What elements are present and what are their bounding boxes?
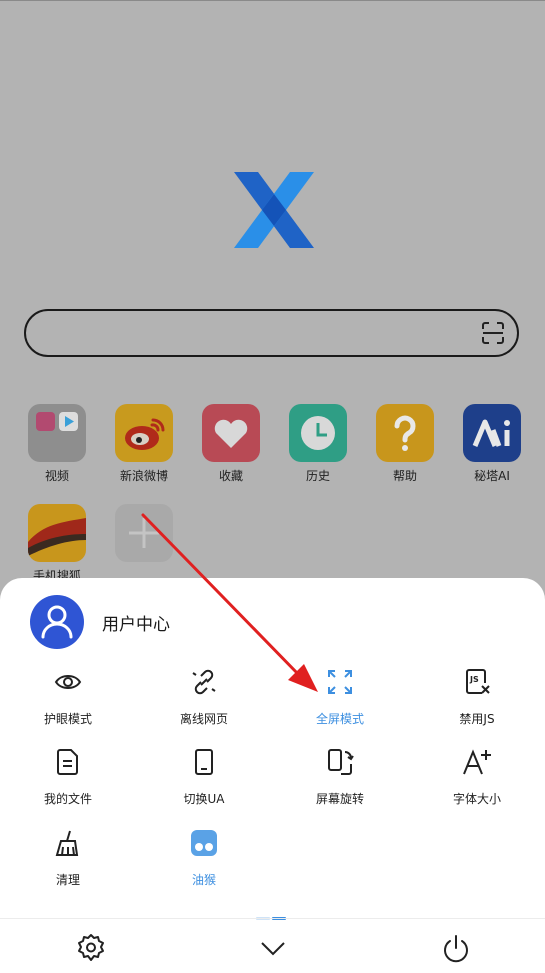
fullscreen-icon xyxy=(328,670,352,694)
menu-label: 切换UA xyxy=(183,792,225,806)
bottom-menu-sheet: 用户中心 护眼模式 离线网页 全屏模式 JS 禁用JS 我的文件 切换UA 屏幕… xyxy=(0,578,545,973)
menu-label: 油猴 xyxy=(191,873,216,887)
user-center-label: 用户中心 xyxy=(102,615,170,635)
menu-label: 清理 xyxy=(55,873,80,887)
question-icon xyxy=(376,404,434,462)
offline-link-icon xyxy=(192,669,216,695)
menu-label: 我的文件 xyxy=(43,792,92,806)
video-folder-icon xyxy=(28,404,86,462)
page-indicator xyxy=(256,905,288,924)
weibo-icon xyxy=(115,404,173,462)
divider xyxy=(0,918,545,919)
shortcut-sohu[interactable]: 手机搜狐 xyxy=(22,504,92,584)
shortcut-help[interactable]: 帮助 xyxy=(370,404,440,484)
gear-icon[interactable] xyxy=(76,933,106,963)
menu-screen-rotate[interactable]: 屏幕旋转 xyxy=(272,747,408,807)
disable-js-icon: JS xyxy=(466,669,490,694)
menu-my-files[interactable]: 我的文件 xyxy=(0,747,136,807)
svg-text:JS: JS xyxy=(469,675,479,684)
heart-icon xyxy=(202,404,260,462)
shortcut-add[interactable] xyxy=(109,504,179,567)
clock-icon xyxy=(289,404,347,462)
tampermonkey-icon xyxy=(191,830,217,856)
shortcut-label: 帮助 xyxy=(392,469,417,483)
menu-offline-pages[interactable]: 离线网页 xyxy=(136,667,272,727)
menu-label: 护眼模式 xyxy=(43,712,92,726)
menu-label: 字体大小 xyxy=(452,792,501,806)
menu-label: 离线网页 xyxy=(179,712,228,726)
shortcut-weibo[interactable]: 新浪微博 xyxy=(109,404,179,484)
menu-label: 全屏模式 xyxy=(315,712,364,726)
shortcut-label: 视频 xyxy=(44,469,69,483)
power-icon[interactable] xyxy=(441,933,471,963)
chevron-down-icon[interactable] xyxy=(258,933,288,963)
menu-tampermonkey[interactable]: 油猴 xyxy=(136,828,272,888)
shortcut-metaso[interactable]: 秘塔AI xyxy=(457,404,527,484)
menu-eye-protection[interactable]: 护眼模式 xyxy=(0,667,136,727)
menu-font-size[interactable]: 字体大小 xyxy=(409,747,545,807)
broom-icon xyxy=(55,830,79,856)
search-bar[interactable] xyxy=(24,309,519,357)
search-input[interactable] xyxy=(46,311,470,357)
shortcut-favorites[interactable]: 收藏 xyxy=(196,404,266,484)
x-browser-logo xyxy=(234,172,314,248)
menu-label: 禁用JS xyxy=(459,712,495,726)
avatar[interactable] xyxy=(30,595,84,649)
shortcut-video[interactable]: 视频 xyxy=(22,404,92,484)
menu-fullscreen[interactable]: 全屏模式 xyxy=(272,667,408,727)
menu-switch-ua[interactable]: 切换UA xyxy=(136,747,272,807)
font-size-icon xyxy=(463,749,491,775)
shortcut-label: 历史 xyxy=(305,469,330,483)
metaso-icon xyxy=(463,404,521,462)
shortcut-history[interactable]: 历史 xyxy=(283,404,353,484)
file-icon xyxy=(57,749,78,775)
phone-icon xyxy=(195,749,213,775)
menu-label: 屏幕旋转 xyxy=(315,792,364,806)
plus-icon xyxy=(115,504,173,562)
menu-disable-js[interactable]: JS 禁用JS xyxy=(409,667,545,727)
user-icon xyxy=(41,605,73,639)
sohu-fox-icon xyxy=(28,504,86,562)
shortcut-label: 秘塔AI xyxy=(474,469,510,483)
scan-icon[interactable] xyxy=(481,321,505,345)
status-bar-line xyxy=(0,0,545,1)
rotate-screen-icon xyxy=(328,749,354,775)
shortcut-label: 新浪微博 xyxy=(119,469,168,483)
eye-icon xyxy=(54,675,82,689)
shortcut-label: 收藏 xyxy=(218,469,243,483)
menu-clean[interactable]: 清理 xyxy=(0,828,136,888)
